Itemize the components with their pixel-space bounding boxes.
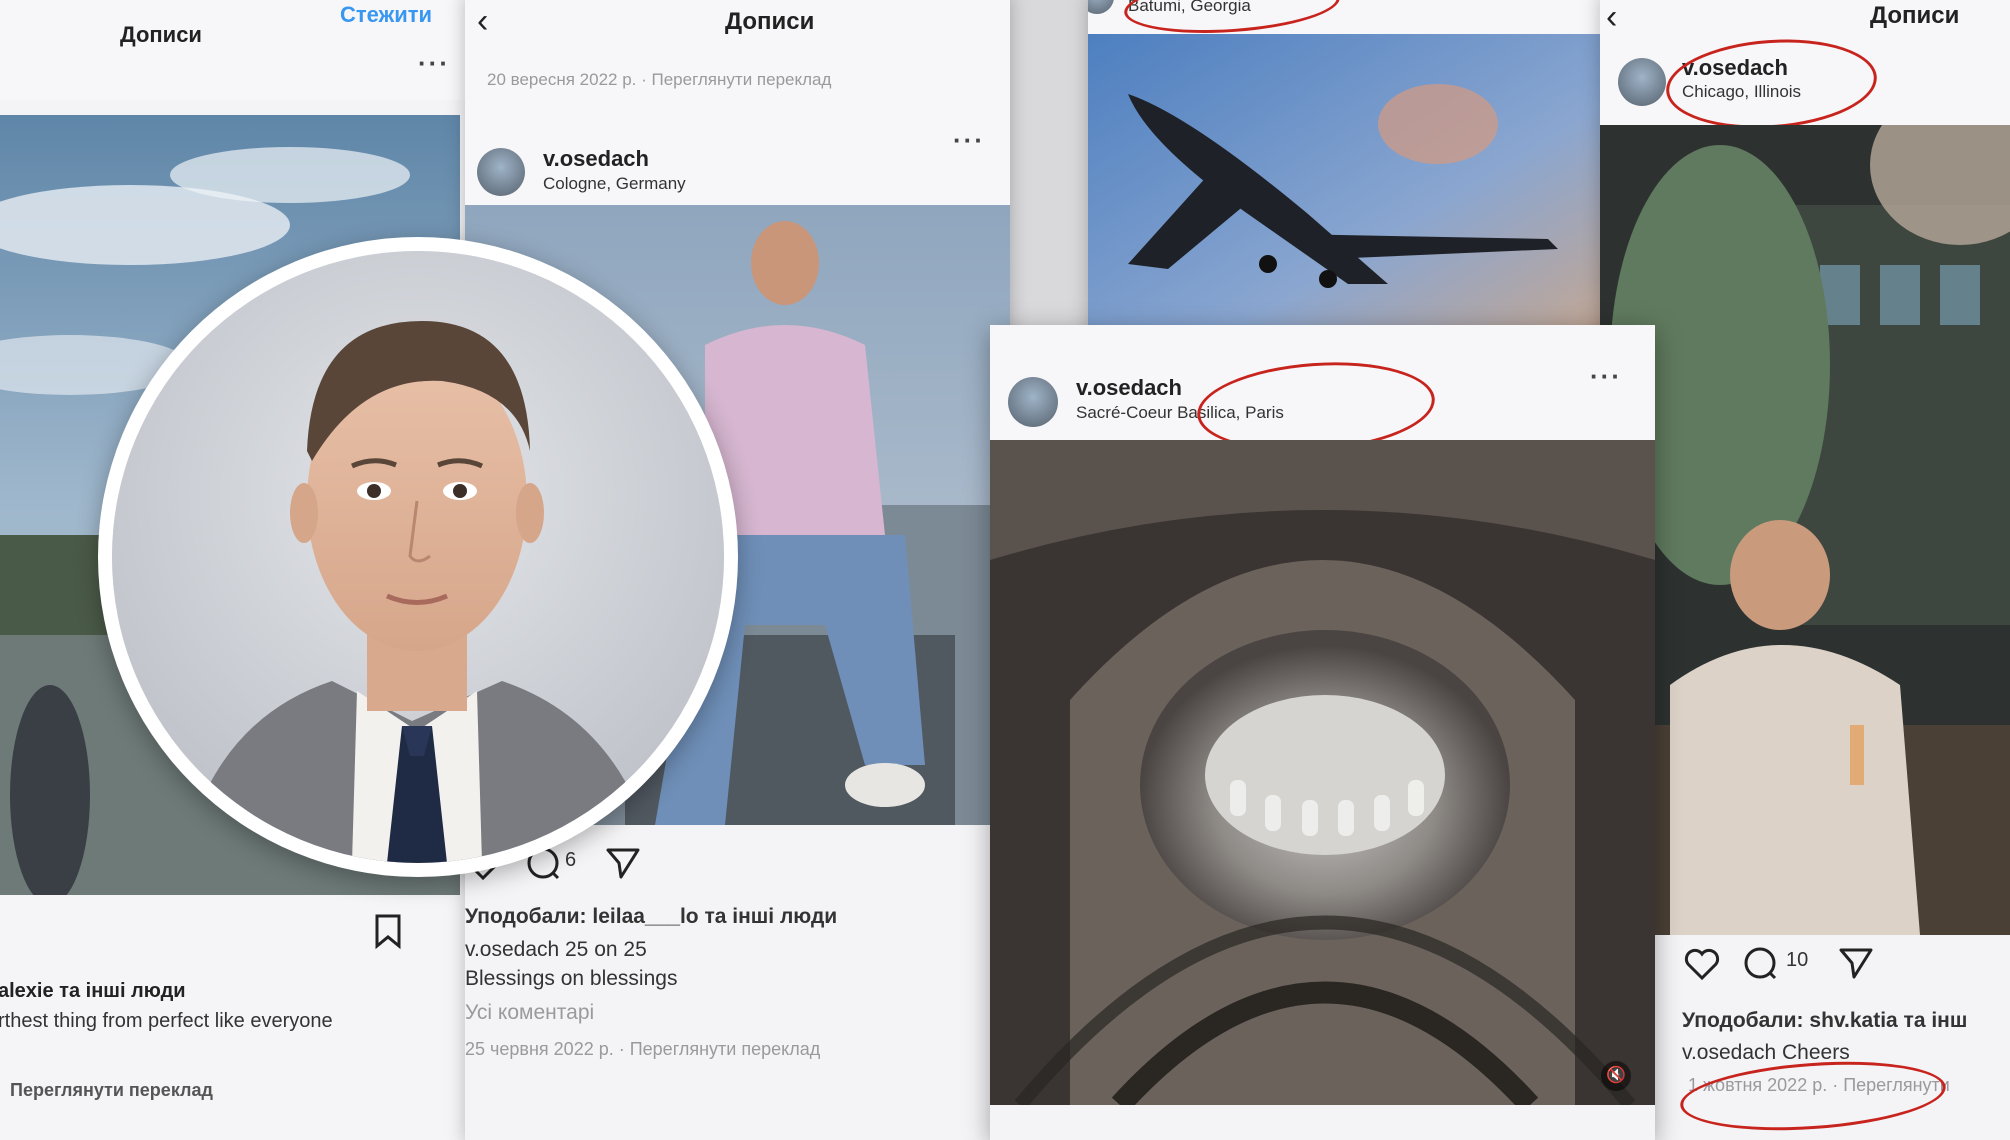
- comment-count: 6: [565, 849, 577, 871]
- share-icon[interactable]: [605, 845, 641, 881]
- header-title: Дописи: [1870, 2, 1960, 29]
- back-chevron-icon[interactable]: ‹: [477, 2, 488, 41]
- username[interactable]: v.osedach: [1076, 375, 1182, 401]
- comment-count: 10: [1786, 949, 1809, 971]
- post-footer: 6 Уподобали: leilaa___lo та інші люди v.…: [465, 825, 1010, 1140]
- portrait-photo: [98, 237, 738, 877]
- date-line: 20 вересня 2022 р. · Переглянути перекла…: [487, 70, 832, 89]
- post-card-batumi: Batumi, Georgia: [1088, 0, 1610, 350]
- liked-by-text: alexie та інші люди: [0, 980, 186, 1002]
- caption-line-2: Blessings on blessings: [465, 967, 678, 990]
- post-photo: [1600, 125, 2010, 935]
- more-options-icon[interactable]: ···: [1590, 361, 1622, 392]
- post-footer: 10 Уподобали: shv.katia та інш v.osedach…: [1600, 935, 2010, 1140]
- more-options-icon[interactable]: ···: [953, 125, 985, 156]
- post-photo: [1088, 34, 1610, 350]
- highlight-circle: [1678, 1053, 1948, 1139]
- post-header: Дописи Стежити ···: [0, 0, 470, 100]
- follow-button[interactable]: Стежити: [340, 2, 432, 28]
- post-card-paris: v.osedach Sacré-Coeur Basilica, Paris ··…: [990, 325, 1655, 1140]
- post-footer: alexie та інші люди rthest thing from pe…: [0, 895, 470, 1140]
- bookmark-icon[interactable]: [373, 913, 403, 949]
- all-comments-link[interactable]: Усі коментарі: [465, 1001, 594, 1025]
- location[interactable]: Cologne, Germany: [543, 174, 686, 194]
- post-header: ‹ Дописи v.osedach Chicago, Illinois: [1600, 0, 2010, 136]
- username[interactable]: v.osedach: [543, 146, 649, 172]
- caption-text: rthest thing from perfect like everyone: [0, 1010, 333, 1032]
- mute-icon[interactable]: 🔇: [1601, 1061, 1631, 1091]
- post-header: v.osedach Sacré-Coeur Basilica, Paris ··…: [990, 325, 1655, 460]
- post-footer: [990, 1105, 1655, 1140]
- post-card-chicago: ‹ Дописи v.osedach Chicago, Illinois 10 …: [1600, 0, 2010, 1140]
- avatar[interactable]: [477, 148, 525, 196]
- avatar[interactable]: [1008, 377, 1058, 427]
- post-header: ‹ Дописи 20 вересня 2022 р. · Переглянут…: [465, 0, 1010, 205]
- date-bottom: 25 червня 2022 р. · Переглянути переклад: [465, 1039, 821, 1059]
- header-title: Дописи: [725, 8, 815, 35]
- highlight-circle: [1663, 32, 1880, 136]
- caption-line-1: v.osedach 25 on 25: [465, 938, 647, 961]
- avatar[interactable]: [1618, 58, 1666, 106]
- translate-link[interactable]: Переглянути переклад: [10, 1080, 213, 1101]
- more-options-icon[interactable]: ···: [418, 48, 450, 79]
- post-photo: 🔇: [990, 440, 1655, 1105]
- liked-by-text: Уподобали: leilaa___lo та інші люди: [465, 905, 838, 928]
- share-icon[interactable]: [1838, 945, 1874, 981]
- comment-icon[interactable]: [1742, 945, 1778, 981]
- back-chevron-icon[interactable]: ‹: [1606, 0, 1617, 37]
- liked-by-text: Уподобали: shv.katia та інш: [1682, 1009, 1968, 1032]
- avatar[interactable]: [1088, 0, 1114, 14]
- heart-icon[interactable]: [1684, 947, 1720, 981]
- header-title: Дописи: [120, 22, 202, 47]
